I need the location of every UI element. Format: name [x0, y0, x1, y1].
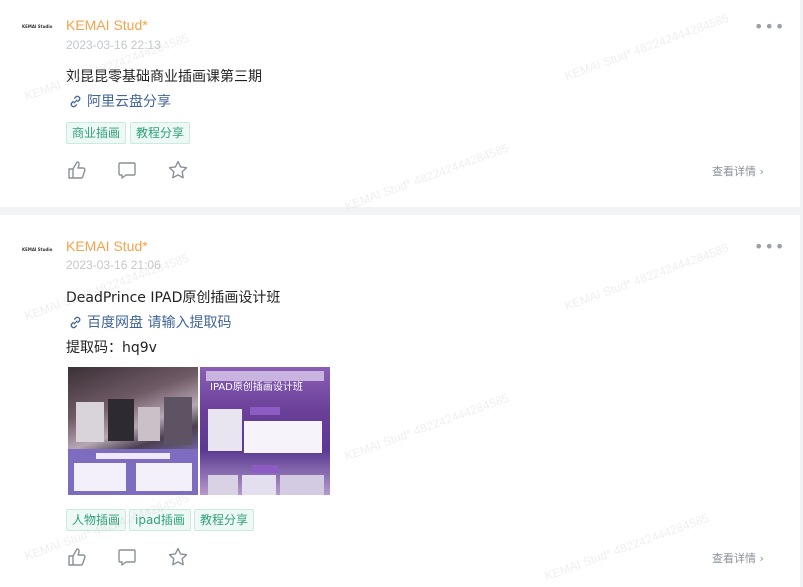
extract-code: 提取码：hq9v	[66, 340, 157, 356]
link-icon	[70, 95, 81, 107]
tag[interactable]: 商业插画	[66, 122, 127, 144]
like-icon[interactable]	[66, 546, 88, 568]
post-date: 2023-03-16 21:06	[66, 258, 161, 272]
post-card: KEMAI Studio KEMAI Stud* 2023-03-16 22:1…	[0, 0, 800, 207]
more-options-icon[interactable]: •••	[754, 19, 785, 35]
tag[interactable]: 教程分享	[194, 509, 255, 531]
author-name[interactable]: KEMAI Stud*	[66, 17, 148, 33]
like-icon[interactable]	[66, 159, 88, 181]
share-link-label[interactable]: 阿里云盘分享	[87, 91, 171, 111]
post-image[interactable]: IPAD原创插画设计班	[200, 367, 330, 495]
tag[interactable]: 教程分享	[130, 122, 191, 144]
chevron-right-icon: ›	[759, 552, 764, 565]
link-icon	[70, 316, 81, 328]
post-title: DeadPrince IPAD原创插画设计班	[66, 290, 281, 306]
post-title: 刘昆昆零基础商业插画课第三期	[66, 69, 262, 85]
avatar[interactable]: KEMAI Studio	[22, 21, 52, 33]
share-link-label[interactable]: 百度网盘 请输入提取码	[87, 312, 231, 332]
comment-icon[interactable]	[116, 546, 138, 568]
view-details-link[interactable]: 查看详情 ›	[712, 163, 764, 179]
view-details-label[interactable]: 查看详情	[712, 165, 756, 178]
view-details-label[interactable]: 查看详情	[712, 552, 756, 565]
tag[interactable]: ipad插画	[129, 509, 191, 531]
post-date: 2023-03-16 22:13	[66, 38, 161, 52]
comment-icon[interactable]	[116, 159, 138, 181]
author-name[interactable]: KEMAI Stud*	[66, 238, 148, 254]
share-link[interactable]: 阿里云盘分享	[68, 91, 171, 111]
share-link[interactable]: 百度网盘 请输入提取码	[68, 312, 231, 332]
post-card: KEMAI Studio KEMAI Stud* 2023-03-16 21:0…	[0, 215, 800, 587]
view-details-link[interactable]: 查看详情 ›	[712, 550, 764, 566]
chevron-right-icon: ›	[759, 165, 764, 178]
star-icon[interactable]	[167, 546, 189, 568]
star-icon[interactable]	[167, 159, 189, 181]
image-title: IPAD原创插画设计班	[210, 382, 303, 393]
more-options-icon[interactable]: •••	[754, 239, 785, 255]
post-image[interactable]	[68, 367, 198, 495]
avatar[interactable]: KEMAI Studio	[22, 244, 52, 256]
tag[interactable]: 人物插画	[66, 509, 127, 531]
